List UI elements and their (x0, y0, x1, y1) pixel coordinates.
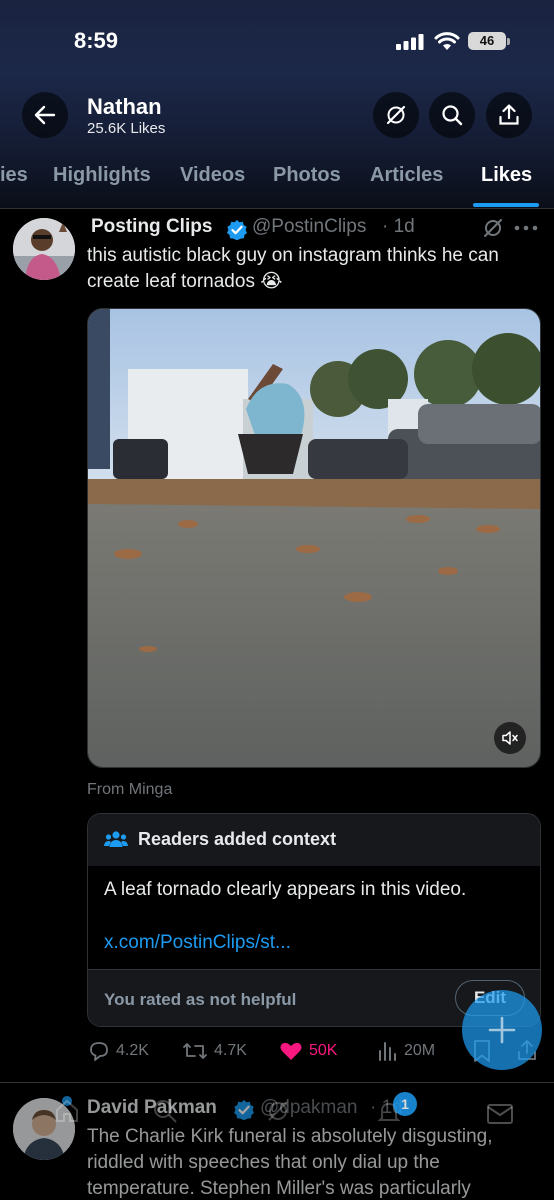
battery-tip (507, 38, 510, 45)
search-icon (442, 105, 463, 126)
people-icon (104, 831, 128, 847)
share-icon (499, 104, 519, 125)
heart-icon (280, 1042, 302, 1060)
tab-replies[interactable]: ies (0, 164, 28, 187)
notification-badge: 1 (393, 1092, 417, 1116)
home-icon[interactable] (54, 1098, 80, 1124)
mute-button[interactable] (494, 722, 526, 754)
wifi-icon (434, 32, 460, 50)
note-title: Readers added context (138, 829, 337, 849)
note-source-link[interactable]: x.com/PostinClips/st... (104, 932, 291, 954)
profile-tabs: ies Highlights Videos Photos Articles Li… (0, 160, 554, 208)
search-button[interactable] (429, 92, 475, 138)
tweet-video[interactable] (87, 308, 541, 768)
note-header: Readers added context (88, 814, 540, 866)
back-button[interactable] (22, 92, 68, 138)
avatar-image (13, 218, 75, 280)
tweet-text: this autistic black guy on instagram thi… (87, 245, 499, 292)
tweet-author-name[interactable]: Posting Clips (91, 216, 212, 238)
reply-icon (90, 1042, 108, 1061)
video-frame (88, 309, 540, 767)
tab-articles[interactable]: Articles (370, 164, 443, 187)
more-icon[interactable] (514, 225, 538, 231)
compose-post-button[interactable] (462, 990, 542, 1070)
avatar-posting-clips[interactable] (13, 218, 75, 280)
tweet-author-handle[interactable]: @PostinClips (252, 216, 366, 238)
views-button[interactable]: 20M (376, 1038, 435, 1064)
repost-button[interactable]: 4.7K (182, 1038, 247, 1064)
search-icon[interactable] (152, 1098, 178, 1124)
repost-icon (183, 1043, 207, 1059)
reply-count: 4.2K (116, 1042, 149, 1059)
note-rating-status: You rated as not helpful (104, 990, 297, 1009)
grok-icon (386, 105, 406, 125)
like-button[interactable]: 50K (279, 1038, 337, 1064)
back-arrow-icon (34, 105, 56, 125)
tab-photos[interactable]: Photos (273, 164, 341, 187)
mute-icon (502, 731, 518, 745)
verified-icon (227, 220, 247, 241)
profile-likes-count: 25.6K Likes (87, 120, 166, 137)
signal-icon (396, 34, 424, 50)
views-count: 20M (404, 1042, 436, 1059)
profile-name: Nathan (87, 94, 162, 119)
tab-highlights[interactable]: Highlights (53, 164, 151, 187)
status-bar: 8:59 46 (0, 28, 554, 58)
tabs-divider (0, 208, 554, 209)
mail-icon[interactable] (486, 1102, 514, 1126)
grok-icon[interactable] (482, 217, 504, 239)
media-source[interactable]: From Minga (87, 781, 172, 799)
tweet-divider (0, 1082, 554, 1083)
profile-header: 8:59 46 Nathan 25.6K Likes ies Highlight… (0, 0, 554, 208)
tab-likes[interactable]: Likes (481, 164, 532, 187)
share-button[interactable] (486, 92, 532, 138)
reply-button[interactable]: 4.2K (88, 1038, 149, 1064)
tab-videos[interactable]: Videos (180, 164, 245, 187)
active-tab-indicator (473, 203, 539, 207)
community-note: Readers added context A leaf tornado cle… (87, 813, 541, 1027)
views-icon (379, 1042, 396, 1061)
plus-icon (488, 1016, 516, 1044)
tweet-time: · 1d (382, 216, 415, 237)
grok-button[interactable] (373, 92, 419, 138)
bottom-nav-bar: 1 (0, 1084, 554, 1200)
status-time: 8:59 (74, 28, 119, 53)
battery-indicator: 46 (468, 32, 506, 50)
grok-icon[interactable] (265, 1098, 291, 1124)
like-count: 50K (309, 1042, 338, 1059)
repost-count: 4.7K (214, 1042, 247, 1059)
note-body: A leaf tornado clearly appears in this v… (104, 879, 467, 900)
